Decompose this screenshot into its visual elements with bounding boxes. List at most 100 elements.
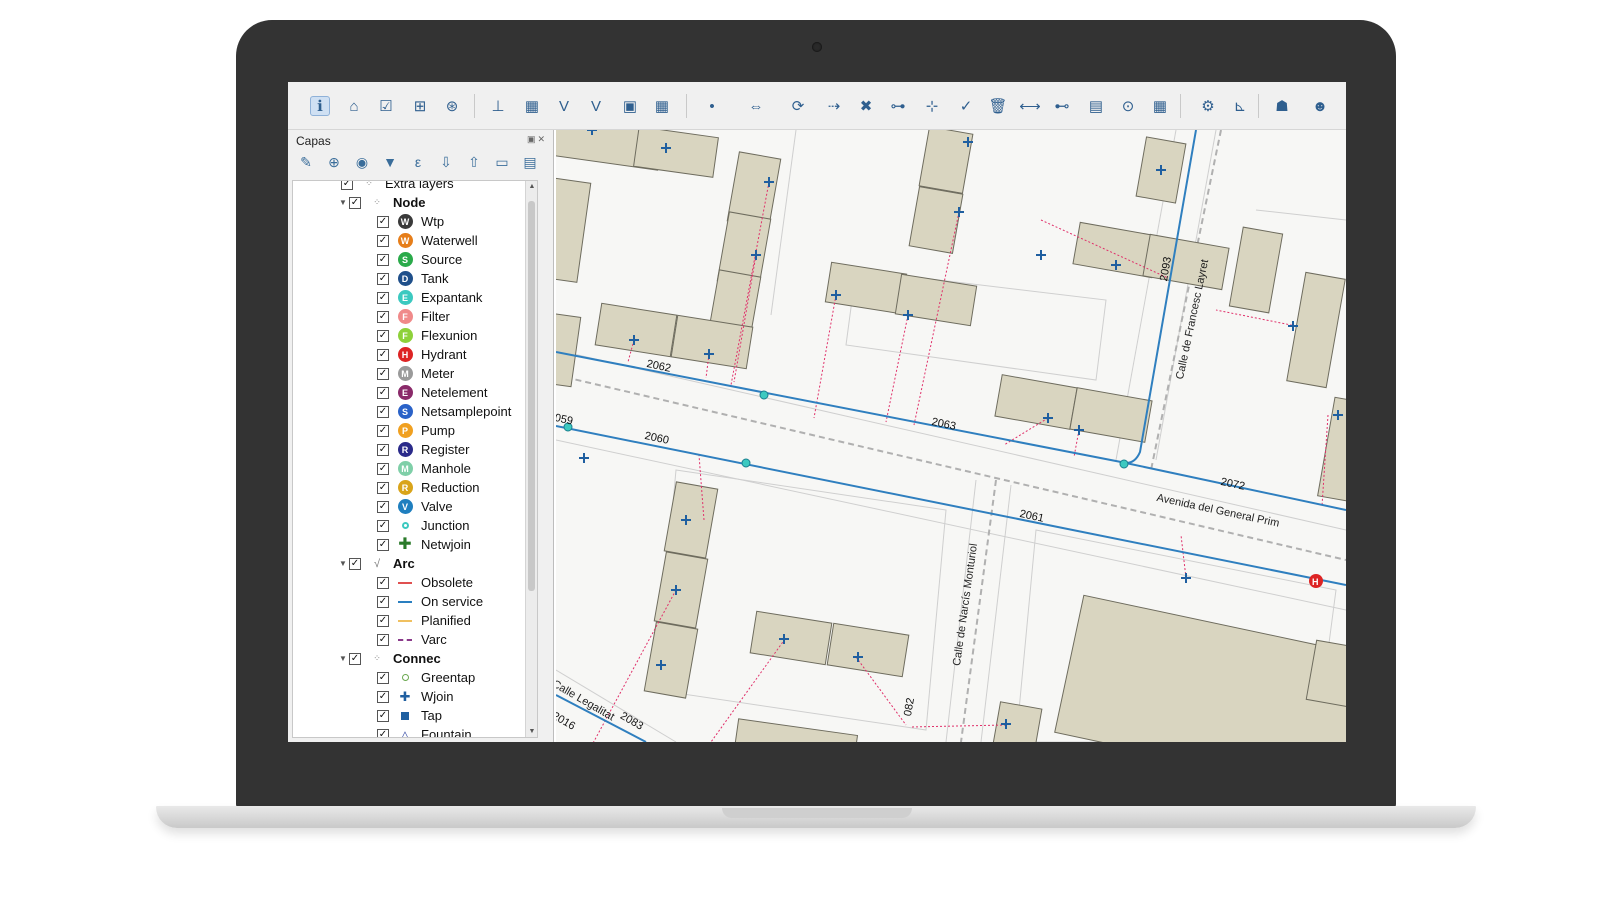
- validate-icon[interactable]: V: [554, 96, 574, 116]
- layer-checkbox[interactable]: ✓: [377, 671, 389, 684]
- layer-checkbox[interactable]: ✓: [377, 443, 389, 456]
- expression-icon[interactable]: ε: [408, 152, 428, 172]
- layer-node-item[interactable]: ✓ R Reduction: [377, 478, 480, 497]
- layer-node-item[interactable]: ✓ ✚ Netwjoin: [377, 535, 471, 554]
- calendar-icon[interactable]: ▦: [652, 96, 672, 116]
- check-node-icon[interactable]: ✓: [956, 96, 976, 116]
- connect-icon[interactable]: ⇢: [824, 96, 844, 116]
- node-move-icon[interactable]: ⇔: [746, 96, 766, 116]
- link-icon[interactable]: ⊷: [1052, 96, 1072, 116]
- check-icon[interactable]: ☑: [376, 96, 396, 116]
- arc-split-icon[interactable]: ⊹: [922, 96, 942, 116]
- scroll-down-icon[interactable]: ▼: [526, 728, 537, 735]
- profile-icon[interactable]: ⊾: [1230, 96, 1250, 116]
- layer-node-item[interactable]: ✓ W Wtp: [377, 212, 444, 231]
- layer-checkbox[interactable]: ✓: [377, 595, 389, 608]
- layer-node-item[interactable]: ✓ H Hydrant: [377, 345, 467, 364]
- layer-checkbox[interactable]: ✓: [377, 405, 389, 418]
- table-edit-icon[interactable]: ▣: [620, 96, 640, 116]
- layer-arc-item[interactable]: ✓ On service: [377, 592, 483, 611]
- layer-tree[interactable]: ▲ ▼ ✓ ⁘ Extra layers ▼ ✓ ⁘ Node ✓ W Wtp ✓ W Waterwel…: [292, 180, 538, 738]
- layer-checkbox[interactable]: ✓: [377, 462, 389, 475]
- layer-node-item[interactable]: ✓ R Register: [377, 440, 469, 459]
- filter-icon[interactable]: ▼: [380, 152, 400, 172]
- layer-checkbox[interactable]: ✓: [377, 633, 389, 646]
- add-layer-icon[interactable]: ▤: [520, 152, 540, 172]
- table-icon[interactable]: ▦: [522, 96, 542, 116]
- layer-connec-item[interactable]: ✓ △ Fountain: [377, 725, 472, 737]
- group-connec[interactable]: ▼ ✓ ⁘ Connec: [337, 649, 441, 668]
- layer-node-item[interactable]: ✓ D Tank: [377, 269, 448, 288]
- panel-float-close-icon[interactable]: ▣✕: [527, 134, 547, 145]
- layer-checkbox[interactable]: ✓: [377, 538, 389, 551]
- layer-node-item[interactable]: ✓ Junction: [377, 516, 469, 535]
- arc-add-icon[interactable]: ⊶: [888, 96, 908, 116]
- layer-checkbox[interactable]: ✓: [377, 234, 389, 247]
- layer-node-item[interactable]: ✓ E Netelement: [377, 383, 487, 402]
- layer-node-item[interactable]: ✓ W Waterwell: [377, 231, 478, 250]
- node-info-icon[interactable]: ⊙: [1118, 96, 1138, 116]
- eye-icon[interactable]: ◉: [352, 152, 372, 172]
- selection-icon[interactable]: ⊞: [410, 96, 430, 116]
- layer-checkbox[interactable]: ✓: [377, 709, 389, 722]
- group-arc[interactable]: ▼ ✓ √ Arc: [337, 554, 415, 573]
- tree-scrollbar[interactable]: ▲ ▼: [525, 181, 537, 737]
- layer-connec-item[interactable]: ✓ Tap: [377, 706, 442, 725]
- layer-checkbox[interactable]: ✓: [377, 386, 389, 399]
- layer-checkbox[interactable]: ✓: [341, 181, 353, 190]
- layer-extra[interactable]: ✓ ⁘ Extra layers: [341, 181, 454, 193]
- delete-node-icon[interactable]: ✖: [856, 96, 876, 116]
- layer-checkbox[interactable]: ✓: [377, 291, 389, 304]
- layer-node-item[interactable]: ✓ M Manhole: [377, 459, 471, 478]
- layer-checkbox[interactable]: ✓: [377, 367, 389, 380]
- delete-icon[interactable]: 🗑: [988, 96, 1008, 116]
- remove-layer-icon[interactable]: ▭: [492, 152, 512, 172]
- layer-checkbox[interactable]: ✓: [377, 519, 389, 532]
- collapse-arrow-icon[interactable]: ▼: [337, 198, 349, 207]
- report-icon[interactable]: ▦: [1150, 96, 1170, 116]
- home-icon[interactable]: ⌂: [344, 96, 364, 116]
- node-insert-icon[interactable]: •: [702, 96, 722, 116]
- layer-arc-item[interactable]: ✓ Obsolete: [377, 573, 473, 592]
- layer-node-item[interactable]: ✓ M Meter: [377, 364, 454, 383]
- scroll-up-icon[interactable]: ▲: [526, 183, 537, 190]
- gear-icon[interactable]: ⚙: [1198, 96, 1218, 116]
- style-icon[interactable]: ✎: [296, 152, 316, 172]
- layer-checkbox[interactable]: ✓: [377, 329, 389, 342]
- layer-arc-item[interactable]: ✓ Varc: [377, 630, 447, 649]
- layer-checkbox[interactable]: ✓: [377, 614, 389, 627]
- layer-checkbox[interactable]: ✓: [349, 557, 361, 570]
- layer-arc-item[interactable]: ✓ Planified: [377, 611, 471, 630]
- layer-node-item[interactable]: ✓ S Source: [377, 250, 462, 269]
- scroll-thumb[interactable]: [528, 201, 535, 591]
- layer-node-item[interactable]: ✓ V Valve: [377, 497, 453, 516]
- user-icon[interactable]: ☗: [1272, 96, 1292, 116]
- node-add-icon[interactable]: ⊥: [488, 96, 508, 116]
- expand-all-icon[interactable]: ⇩: [436, 152, 456, 172]
- layer-node-item[interactable]: ✓ P Pump: [377, 421, 455, 440]
- layer-node-item[interactable]: ✓ E Expantank: [377, 288, 482, 307]
- layer-checkbox[interactable]: ✓: [349, 652, 361, 665]
- measure-icon[interactable]: ⟷: [1019, 96, 1041, 116]
- layer-node-item[interactable]: ✓ S Netsamplepoint: [377, 402, 511, 421]
- group-node[interactable]: ▼ ✓ ⁘ Node: [337, 193, 425, 212]
- layer-checkbox[interactable]: ✓: [377, 310, 389, 323]
- zoom-icon[interactable]: ⊛: [442, 96, 462, 116]
- layer-checkbox[interactable]: ✓: [377, 348, 389, 361]
- layer-connec-item[interactable]: ✓ Greentap: [377, 668, 475, 687]
- layer-checkbox[interactable]: ✓: [377, 690, 389, 703]
- account-icon[interactable]: ☻: [1310, 96, 1330, 116]
- collapse-arrow-icon[interactable]: ▼: [337, 559, 349, 568]
- layer-checkbox[interactable]: ✓: [377, 500, 389, 513]
- document-icon[interactable]: ▤: [1086, 96, 1106, 116]
- layer-checkbox[interactable]: ✓: [377, 215, 389, 228]
- layer-checkbox[interactable]: ✓: [377, 253, 389, 266]
- layer-checkbox[interactable]: ✓: [377, 728, 389, 737]
- layer-checkbox[interactable]: ✓: [377, 576, 389, 589]
- layer-checkbox[interactable]: ✓: [377, 272, 389, 285]
- collapse-arrow-icon[interactable]: ▼: [337, 654, 349, 663]
- identify-icon[interactable]: ℹ: [310, 96, 330, 116]
- layer-node-item[interactable]: ✓ F Filter: [377, 307, 450, 326]
- collapse-all-icon[interactable]: ⇧: [464, 152, 484, 172]
- visit-icon[interactable]: V: [586, 96, 606, 116]
